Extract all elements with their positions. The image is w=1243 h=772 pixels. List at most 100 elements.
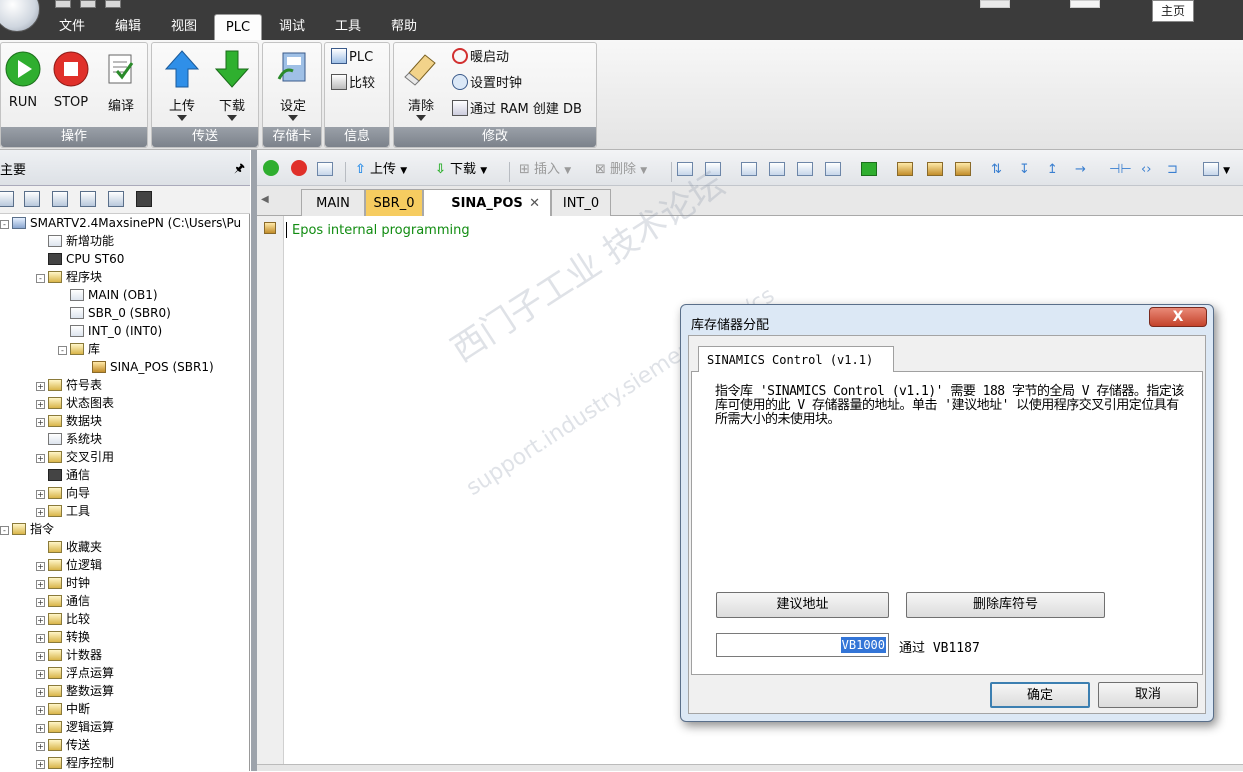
delete-button[interactable]: ⊠ 删除 ▼ xyxy=(595,160,647,180)
expand-icon[interactable]: + xyxy=(36,382,45,391)
expand-icon[interactable]: + xyxy=(36,724,45,733)
stop-button[interactable]: STOP xyxy=(49,49,93,110)
expand-icon[interactable]: + xyxy=(36,688,45,697)
cancel-button[interactable]: 取消 xyxy=(1098,682,1198,708)
menu-tools[interactable]: 工具 xyxy=(324,14,372,40)
upload-button[interactable]: 上传 xyxy=(160,49,204,121)
tree-item[interactable]: + 计数器 xyxy=(0,646,250,664)
expand-icon[interactable]: + xyxy=(36,418,45,427)
download-button[interactable]: 下载 xyxy=(210,49,254,121)
tree-item[interactable]: + 中断 xyxy=(0,700,250,718)
tree-item[interactable]: + 状态图表 xyxy=(0,394,250,412)
block-comment[interactable]: Epos internal programming xyxy=(292,223,470,238)
menu-file[interactable]: 文件 xyxy=(48,14,96,40)
expand-icon[interactable]: + xyxy=(36,670,45,679)
collapse-icon[interactable]: - xyxy=(0,220,9,229)
tree-item[interactable]: + 数据块 xyxy=(0,412,250,430)
expand-icon[interactable]: + xyxy=(36,490,45,499)
scroll-left-icon[interactable]: ◀ xyxy=(261,194,269,205)
collapse-icon[interactable]: - xyxy=(36,274,45,283)
expand-icon[interactable]: + xyxy=(36,400,45,409)
expand-icon[interactable]: + xyxy=(36,598,45,607)
toolbar-button[interactable] xyxy=(825,160,841,180)
tab-int0[interactable]: INT_0 xyxy=(551,189,611,216)
close-button[interactable]: X xyxy=(1149,307,1207,327)
symbol-table-icon[interactable] xyxy=(24,191,40,207)
set-clock-button[interactable]: 设置时钟 xyxy=(452,73,522,95)
toolbar-button[interactable] xyxy=(861,160,877,180)
tree-item[interactable]: + 向导 xyxy=(0,484,250,502)
compile-button[interactable]: 编译 xyxy=(101,49,141,114)
tree-item[interactable]: + 符号表 xyxy=(0,376,250,394)
toolbar-button[interactable]: ↥ xyxy=(1047,160,1058,180)
tree-item[interactable]: 系统块 xyxy=(0,430,250,448)
tree-item[interactable]: 收藏夹 xyxy=(0,538,250,556)
quick-access-icon[interactable] xyxy=(80,0,96,8)
tree-item[interactable]: SBR_0 (SBR0) xyxy=(0,304,250,322)
delete-library-symbols-button[interactable]: 删除库符号 xyxy=(906,592,1105,618)
tree-item[interactable]: -库 xyxy=(0,340,250,358)
suggest-address-button[interactable]: 建议地址 xyxy=(716,592,889,618)
expand-icon[interactable]: + xyxy=(36,652,45,661)
address-input[interactable]: VB1000 xyxy=(716,633,889,657)
expand-icon[interactable]: + xyxy=(36,580,45,589)
menu-view[interactable]: 视图 xyxy=(160,14,208,40)
toolbar-button[interactable]: ⊣⊢ xyxy=(1109,160,1132,180)
toolbar-button[interactable] xyxy=(769,160,785,180)
tab-sina-pos[interactable]: SINA_POS ✕ xyxy=(423,189,551,217)
upload-small-button[interactable]: ⇧ 上传 ▼ xyxy=(355,160,407,180)
tree-item[interactable]: + 交叉引用 xyxy=(0,448,250,466)
tree-item[interactable]: + 程序控制 xyxy=(0,754,250,772)
tab-sinamics-control[interactable]: SINAMICS Control (v1.1) xyxy=(698,346,894,372)
plc-info-button[interactable]: PLC xyxy=(331,47,373,69)
tree-item[interactable]: + 逻辑运算 xyxy=(0,718,250,736)
tree-item[interactable]: + 通信 xyxy=(0,592,250,610)
tree-item[interactable]: + 工具 xyxy=(0,502,250,520)
close-tab-icon[interactable]: ✕ xyxy=(529,190,540,217)
toolbar-button[interactable]: ▼ xyxy=(1203,160,1230,180)
view-icon[interactable] xyxy=(0,191,14,207)
tree-item[interactable]: INT_0 (INT0) xyxy=(0,322,250,340)
expand-icon[interactable]: + xyxy=(36,616,45,625)
tree-item[interactable]: + 时钟 xyxy=(0,574,250,592)
system-block-icon[interactable] xyxy=(108,191,124,207)
tree-item[interactable]: - 程序块 xyxy=(0,268,250,286)
status-chart-icon[interactable] xyxy=(52,191,68,207)
expand-icon[interactable]: + xyxy=(36,562,45,571)
tree-item[interactable]: - SMARTV2.4MaxsinePN (C:\Users\Pu xyxy=(0,214,250,232)
menu-debug[interactable]: 调试 xyxy=(268,14,316,40)
expand-icon[interactable]: + xyxy=(36,760,45,769)
tree-item[interactable]: + 位逻辑 xyxy=(0,556,250,574)
horizontal-scrollbar[interactable] xyxy=(257,764,1243,771)
toolbar-button[interactable] xyxy=(927,160,943,180)
quick-access-icon[interactable] xyxy=(105,0,121,8)
menu-edit[interactable]: 编辑 xyxy=(104,14,152,40)
menu-plc[interactable]: PLC xyxy=(214,14,262,40)
ok-button[interactable]: 确定 xyxy=(990,682,1090,708)
compile-small-button[interactable] xyxy=(317,160,333,180)
tree-item[interactable]: CPU ST60 xyxy=(0,250,250,268)
quick-access-icon[interactable] xyxy=(55,0,71,8)
warm-start-button[interactable]: 暖启动 xyxy=(452,47,509,69)
run-button[interactable]: RUN xyxy=(3,49,43,110)
tree-item[interactable]: - 指令 xyxy=(0,520,250,538)
toolbar-button[interactable] xyxy=(955,160,971,180)
tree-item[interactable]: + 浮点运算 xyxy=(0,664,250,682)
tab-sbr0[interactable]: SBR_0 xyxy=(365,189,423,216)
pin-icon[interactable]: 🖈 xyxy=(234,159,245,180)
stop-small-button[interactable] xyxy=(291,160,307,180)
create-db-from-ram-button[interactable]: 通过 RAM 创建 DB xyxy=(452,99,582,121)
menu-help[interactable]: 帮助 xyxy=(380,14,428,40)
toolbar-button[interactable] xyxy=(741,160,757,180)
collapse-icon[interactable]: - xyxy=(0,526,9,535)
setup-button[interactable]: 设定 xyxy=(269,49,317,121)
toolbar-button[interactable]: ⇅ xyxy=(991,160,1002,180)
tree-item[interactable]: + 比较 xyxy=(0,610,250,628)
tree-item[interactable]: + 传送 xyxy=(0,736,250,754)
toolbar-button[interactable] xyxy=(797,160,813,180)
tree-item[interactable]: 通信 xyxy=(0,466,250,484)
toolbar-button[interactable]: ‹› xyxy=(1141,160,1151,180)
expand-icon[interactable]: + xyxy=(36,634,45,643)
expand-icon[interactable]: + xyxy=(36,508,45,517)
clear-button[interactable]: 清除 xyxy=(398,49,444,121)
